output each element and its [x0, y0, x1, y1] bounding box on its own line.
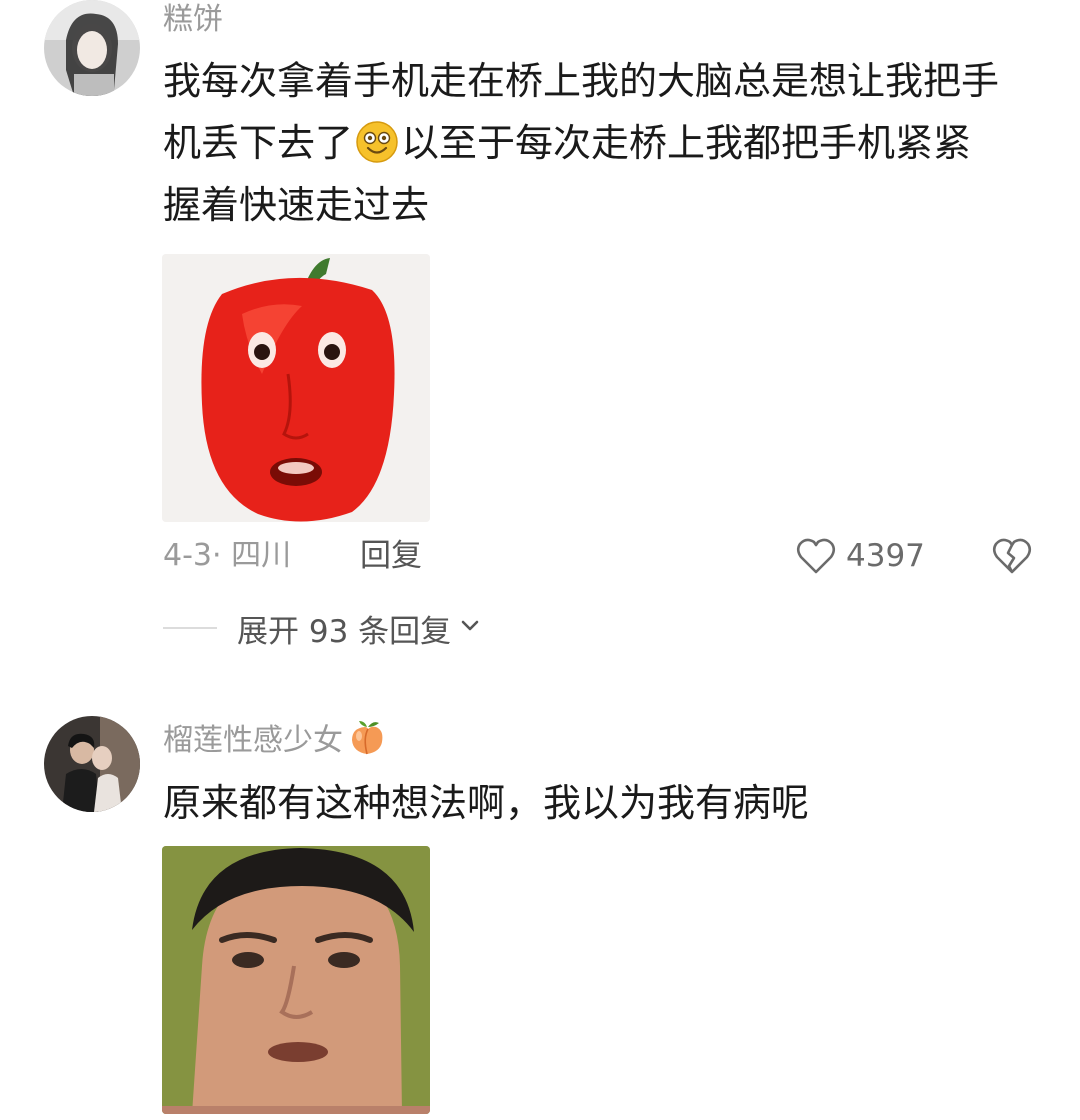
expand-replies-label: 展开 93 条回复: [237, 613, 452, 650]
comment-text: 我每次拿着手机走在桥上我的大脑总是想让我把手 机丢下去了 以至于每次走桥上我都把…: [163, 50, 1043, 236]
avatar[interactable]: [44, 0, 140, 96]
username[interactable]: 糕饼: [163, 0, 223, 40]
avatar[interactable]: [44, 716, 140, 812]
reply-button[interactable]: 回复: [360, 536, 422, 576]
comment-date-location: 4-3· 四川: [163, 538, 292, 573]
divider-line: [163, 627, 217, 629]
sticker-image[interactable]: [162, 254, 430, 522]
dizzy-smile-emoji-icon: [355, 120, 399, 164]
comment-text: 原来都有这种想法啊，我以为我有病呢: [163, 781, 810, 825]
peach-emoji-icon: [347, 718, 387, 758]
comment-text-line: 机丢下去了 以至于每次走桥上我都把手机紧紧: [163, 120, 972, 165]
like-button[interactable]: 4397: [794, 534, 925, 578]
comment-text-line: 握着快速走过去: [163, 183, 430, 227]
chevron-down-icon: [459, 615, 481, 641]
comment-text-line: 我每次拿着手机走在桥上我的大脑总是想让我把手: [163, 59, 1000, 103]
like-count: 4397: [846, 538, 925, 574]
heart-icon: [794, 534, 838, 578]
broken-heart-icon: [990, 538, 1034, 582]
dislike-button[interactable]: [990, 534, 1034, 578]
sticker-image[interactable]: [162, 846, 430, 1114]
username[interactable]: 榴莲性感少女: [163, 718, 387, 761]
expand-replies-button[interactable]: 展开 93 条回复: [163, 608, 481, 650]
